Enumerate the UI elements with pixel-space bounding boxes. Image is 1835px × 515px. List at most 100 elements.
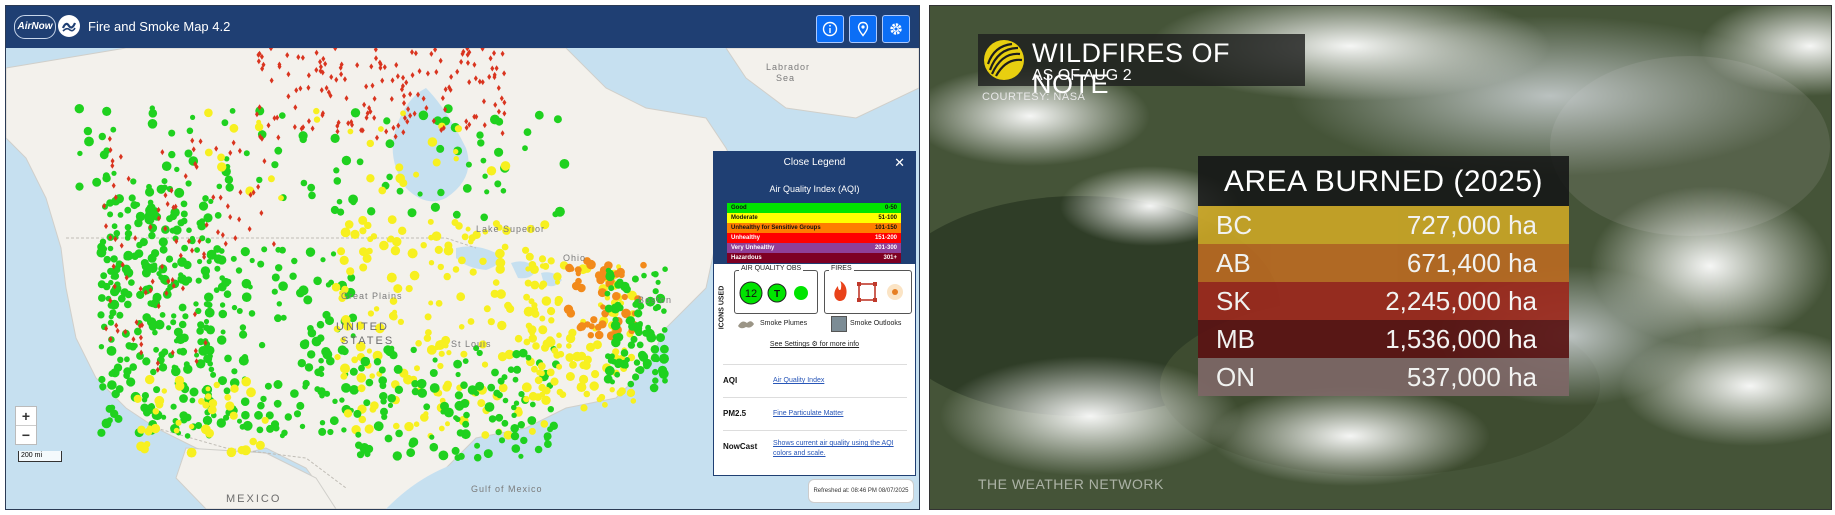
aq-observation-marker[interactable]	[454, 391, 463, 400]
aq-observation-marker[interactable]	[356, 373, 367, 383]
aq-observation-marker[interactable]	[540, 420, 549, 428]
aq-observation-marker[interactable]	[313, 276, 322, 286]
aq-observation-marker[interactable]	[140, 403, 149, 413]
aq-observation-marker[interactable]	[327, 428, 334, 436]
aq-observation-marker[interactable]	[630, 398, 637, 404]
aq-observation-marker[interactable]	[117, 356, 124, 363]
aq-observation-marker[interactable]	[182, 313, 189, 320]
aq-observation-marker[interactable]	[214, 265, 221, 272]
aq-observation-marker[interactable]	[128, 194, 136, 202]
aq-observation-marker[interactable]	[299, 135, 307, 144]
aq-observation-marker[interactable]	[632, 322, 642, 331]
aq-observation-marker[interactable]	[353, 409, 362, 418]
aq-observation-marker[interactable]	[538, 283, 545, 290]
aq-observation-marker[interactable]	[111, 223, 118, 230]
aq-observation-marker[interactable]	[411, 387, 420, 396]
aq-observation-marker[interactable]	[218, 309, 228, 319]
aq-observation-marker[interactable]	[189, 387, 199, 397]
aq-observation-marker[interactable]	[387, 215, 397, 225]
aq-observation-marker[interactable]	[100, 385, 106, 391]
aq-observation-marker[interactable]	[180, 217, 188, 225]
aq-observation-marker[interactable]	[580, 404, 588, 412]
aq-observation-marker[interactable]	[134, 327, 142, 336]
aq-observation-marker[interactable]	[340, 227, 351, 238]
aq-observation-marker[interactable]	[229, 123, 239, 133]
aq-observation-marker[interactable]	[254, 122, 264, 132]
aq-observation-marker[interactable]	[618, 387, 626, 395]
aq-observation-marker[interactable]	[110, 255, 118, 263]
aq-observation-marker[interactable]	[392, 451, 402, 461]
aq-observation-marker[interactable]	[124, 356, 130, 363]
aq-observation-marker[interactable]	[148, 322, 158, 331]
aq-observation-marker[interactable]	[304, 363, 314, 372]
aq-observation-marker[interactable]	[226, 447, 237, 458]
aq-observation-marker[interactable]	[249, 437, 257, 446]
aq-observation-marker[interactable]	[453, 148, 459, 155]
aq-observation-marker[interactable]	[539, 315, 546, 322]
aq-observation-marker[interactable]	[302, 379, 310, 388]
aq-observation-marker[interactable]	[386, 173, 393, 181]
aq-observation-marker[interactable]	[308, 191, 316, 200]
aq-observation-marker[interactable]	[538, 255, 547, 263]
aq-observation-marker[interactable]	[364, 424, 374, 434]
aq-observation-marker[interactable]	[497, 377, 505, 385]
aq-observation-marker[interactable]	[565, 372, 575, 381]
settings-button[interactable]	[882, 15, 910, 43]
aq-observation-marker[interactable]	[103, 255, 111, 264]
aq-observation-marker[interactable]	[410, 346, 417, 354]
aq-observation-marker[interactable]	[494, 180, 502, 188]
aq-observation-marker[interactable]	[350, 108, 361, 118]
aq-observation-marker[interactable]	[635, 367, 641, 373]
aq-observation-marker[interactable]	[445, 421, 450, 427]
aq-observation-marker[interactable]	[548, 317, 555, 324]
aq-observation-marker[interactable]	[107, 319, 114, 326]
aq-observation-marker[interactable]	[510, 424, 519, 433]
aq-observation-marker[interactable]	[203, 301, 210, 307]
aq-observation-marker[interactable]	[524, 279, 532, 287]
aq-observation-marker[interactable]	[330, 251, 337, 257]
aq-observation-marker[interactable]	[98, 132, 107, 141]
aq-observation-marker[interactable]	[557, 350, 565, 358]
aq-observation-marker[interactable]	[392, 309, 398, 315]
aq-observation-marker[interactable]	[359, 263, 368, 272]
aq-observation-marker[interactable]	[426, 345, 437, 355]
aq-observation-marker[interactable]	[364, 221, 372, 230]
aq-observation-marker[interactable]	[183, 260, 192, 270]
aq-observation-marker[interactable]	[261, 416, 269, 424]
aq-observation-marker[interactable]	[634, 309, 643, 318]
aq-observation-marker[interactable]	[511, 412, 517, 418]
location-button[interactable]	[849, 15, 877, 43]
aq-observation-marker[interactable]	[434, 245, 443, 254]
aq-observation-marker[interactable]	[142, 357, 151, 366]
aq-observation-marker[interactable]	[74, 104, 85, 114]
aq-observation-marker[interactable]	[394, 385, 404, 394]
aq-observation-marker[interactable]	[514, 334, 523, 343]
aq-observation-marker[interactable]	[423, 411, 429, 417]
aq-observation-marker[interactable]	[443, 245, 454, 256]
aq-observation-marker[interactable]	[650, 353, 660, 363]
aq-observation-marker[interactable]	[239, 330, 248, 339]
aq-observation-marker[interactable]	[498, 437, 506, 444]
see-settings-link[interactable]: See Settings ⚙ for more info	[714, 340, 915, 348]
aq-observation-marker[interactable]	[185, 180, 192, 187]
aq-observation-marker[interactable]	[457, 452, 465, 460]
aq-observation-marker[interactable]	[224, 175, 234, 184]
aq-observation-marker[interactable]	[350, 198, 357, 206]
aq-observation-marker[interactable]	[166, 325, 172, 331]
aq-observation-marker[interactable]	[551, 347, 559, 354]
aq-observation-marker[interactable]	[150, 423, 161, 434]
aq-observation-marker[interactable]	[153, 386, 161, 394]
aq-observation-marker[interactable]	[195, 277, 202, 284]
aq-observation-marker[interactable]	[396, 187, 404, 195]
aq-observation-marker[interactable]	[512, 376, 519, 383]
aq-observation-marker[interactable]	[275, 264, 283, 272]
aq-observation-marker[interactable]	[204, 148, 213, 157]
aq-observation-marker[interactable]	[624, 357, 630, 363]
aq-observation-marker[interactable]	[438, 350, 445, 357]
aq-observation-marker[interactable]	[337, 208, 345, 216]
aq-observation-marker[interactable]	[175, 381, 185, 391]
aq-observation-marker[interactable]	[608, 285, 615, 292]
aq-observation-marker[interactable]	[511, 444, 521, 453]
aq-observation-marker[interactable]	[386, 272, 397, 283]
aq-observation-marker[interactable]	[437, 263, 444, 271]
